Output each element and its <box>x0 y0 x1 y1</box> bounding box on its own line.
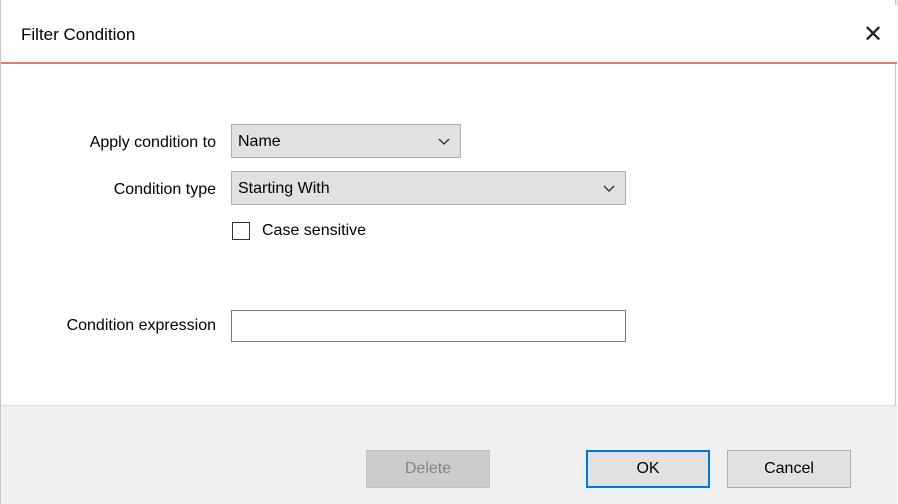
condition-expression-input[interactable] <box>231 310 626 342</box>
cancel-button[interactable]: Cancel <box>727 450 851 488</box>
condition-type-label: Condition type <box>113 181 216 198</box>
condition-type-dropdown[interactable]: Starting With <box>231 171 626 205</box>
close-button[interactable]: ✕ <box>853 17 893 53</box>
chevron-down-icon <box>603 185 615 192</box>
ok-button[interactable]: OK <box>586 450 710 488</box>
chevron-down-icon <box>438 138 450 145</box>
title-accent-line <box>1 62 897 64</box>
title-bar[interactable]: Filter Condition ✕ <box>1 5 897 62</box>
dialog-footer: Delete OK Cancel <box>1 405 897 504</box>
case-sensitive-checkbox[interactable] <box>232 222 250 240</box>
apply-condition-value: Name <box>238 133 281 150</box>
condition-type-value: Starting With <box>238 180 330 197</box>
case-sensitive-label[interactable]: Case sensitive <box>262 221 366 241</box>
condition-expression-label: Condition expression <box>66 317 216 334</box>
filter-condition-dialog: Filter Condition ✕ Apply condition to Na… <box>0 0 897 504</box>
apply-condition-label: Apply condition to <box>89 134 216 151</box>
apply-condition-dropdown[interactable]: Name <box>231 124 461 158</box>
cancel-button-label: Cancel <box>764 460 814 477</box>
delete-button-label: Delete <box>404 460 452 477</box>
dialog-title: Filter Condition <box>21 25 136 44</box>
ok-button-label: OK <box>636 460 660 477</box>
delete-button[interactable]: Delete <box>366 450 490 488</box>
close-icon: ✕ <box>862 21 884 48</box>
